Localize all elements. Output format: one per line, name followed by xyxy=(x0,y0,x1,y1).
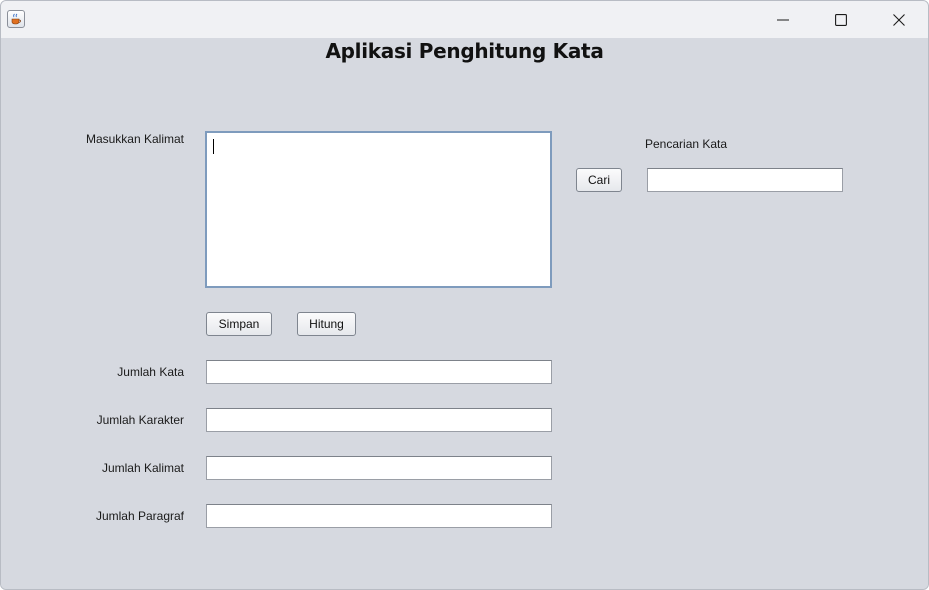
search-label: Pencarian Kata xyxy=(645,137,728,151)
paragraph-count-field[interactable] xyxy=(206,504,552,528)
sentence-count-label: Jumlah Kalimat xyxy=(101,461,184,475)
title-bar[interactable] xyxy=(1,1,928,38)
sentence-textarea[interactable] xyxy=(205,131,552,288)
count-button[interactable]: Hitung xyxy=(297,312,356,336)
input-label: Masukkan Kalimat xyxy=(85,132,184,146)
search-input[interactable] xyxy=(647,168,843,192)
word-count-label: Jumlah Kata xyxy=(117,365,184,379)
maximize-button[interactable] xyxy=(818,1,864,38)
java-cup-icon[interactable] xyxy=(7,10,25,28)
page-title: Aplikasi Penghitung Kata xyxy=(325,39,604,63)
app-window: Aplikasi Penghitung Kata Masukkan Kalima… xyxy=(0,0,929,590)
minimize-button[interactable] xyxy=(760,1,806,38)
content-panel: Aplikasi Penghitung Kata Masukkan Kalima… xyxy=(1,38,928,589)
close-icon xyxy=(893,14,905,26)
sentence-count-field[interactable] xyxy=(206,456,552,480)
text-caret xyxy=(213,139,214,154)
paragraph-count-label: Jumlah Paragraf xyxy=(95,509,184,523)
word-count-field[interactable] xyxy=(206,360,552,384)
char-count-label: Jumlah Karakter xyxy=(96,413,184,427)
close-button[interactable] xyxy=(876,1,922,38)
minimize-icon xyxy=(777,19,789,21)
save-button[interactable]: Simpan xyxy=(206,312,272,336)
search-button[interactable]: Cari xyxy=(576,168,622,192)
maximize-icon xyxy=(835,14,847,26)
char-count-field[interactable] xyxy=(206,408,552,432)
